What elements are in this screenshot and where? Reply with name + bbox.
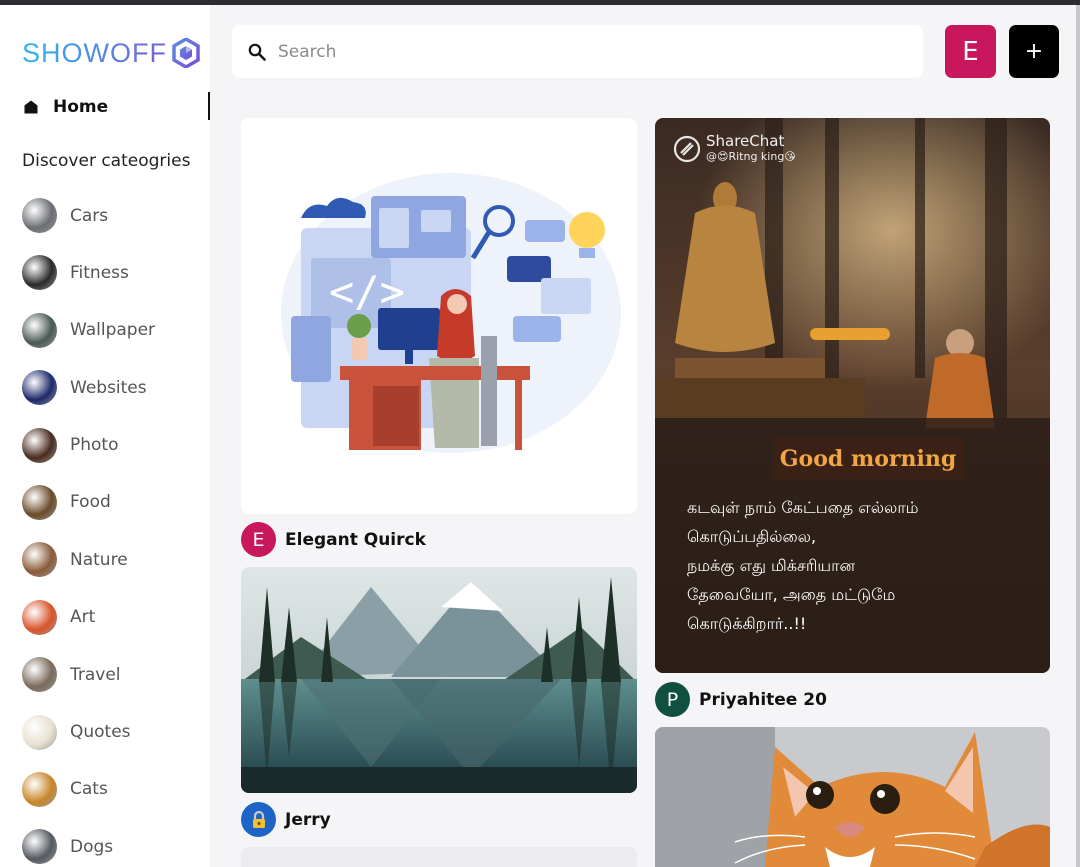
sidebar-item-food[interactable]: Food: [22, 484, 155, 520]
category-thumbnail: [22, 599, 57, 635]
create-pin-button[interactable]: +: [1009, 25, 1059, 78]
sharechat-watermark: ShareChat @😍Ritng king😘: [673, 134, 796, 164]
category-thumbnail: [22, 312, 57, 348]
sidebar-item-nature[interactable]: Nature: [22, 542, 155, 578]
logo[interactable]: SHOWOFF: [22, 35, 201, 71]
nav-home[interactable]: Home: [0, 90, 210, 124]
lake-landscape-icon: [241, 567, 637, 793]
category-label: Websites: [70, 377, 147, 398]
author-name: Priyahitee 20: [699, 689, 827, 710]
quote-line: தேவையோ, அதை மட்டுமே: [687, 585, 896, 604]
logo-mark-icon: [172, 38, 200, 68]
author-name: Jerry: [285, 809, 331, 830]
author-avatar: P: [655, 682, 690, 717]
search-input[interactable]: [278, 41, 878, 62]
sidebar-item-cats[interactable]: Cats: [22, 771, 155, 807]
watermark-brand: ShareChat: [706, 132, 785, 150]
watermark-handle: @😍Ritng king😘: [706, 150, 796, 163]
category-label: Dogs: [70, 836, 114, 857]
category-label: Quotes: [70, 722, 131, 743]
category-thumbnail: [22, 542, 57, 578]
category-label: Art: [70, 607, 96, 628]
category-thumbnail: [22, 255, 57, 291]
pin-author[interactable]: P Priyahitee 20: [655, 682, 827, 717]
tamil-quote: கடவுள் நாம் கேட்பதை எல்லாம் கொடுப்பதில்ல…: [687, 493, 919, 638]
home-icon: [24, 100, 38, 114]
category-thumbnail: [22, 370, 57, 406]
category-label: Food: [70, 492, 111, 513]
category-list: Cars Fitness Wallpaper Websites Photo Fo…: [22, 198, 155, 867]
category-thumbnail: [22, 198, 57, 233]
search-bar[interactable]: [232, 25, 923, 78]
category-label: Cars: [70, 205, 109, 226]
scrollbar-track[interactable]: [1076, 5, 1080, 867]
pin-image-cat[interactable]: [655, 727, 1050, 867]
author-avatar: E: [241, 522, 276, 557]
sharechat-logo-icon: [673, 135, 701, 163]
sidebar-item-art[interactable]: Art: [22, 599, 155, 635]
logo-text: SHOWOFF: [22, 37, 167, 68]
quote-line: கொடுக்கிறார்..!!: [687, 614, 807, 633]
category-label: Cats: [70, 779, 108, 800]
category-thumbnail: [22, 829, 57, 865]
greeting-banner: Good morning: [773, 438, 963, 480]
sidebar-item-quotes[interactable]: Quotes: [22, 714, 155, 750]
sidebar-item-dogs[interactable]: Dogs: [22, 829, 155, 865]
lock-icon: [252, 810, 265, 828]
search-icon: [248, 43, 266, 61]
sidebar-item-travel[interactable]: Travel: [22, 657, 155, 693]
sidebar: SHOWOFF Home Discover cateogries Cars Fi…: [0, 5, 210, 867]
sidebar-item-wallpaper[interactable]: Wallpaper: [22, 312, 156, 348]
category-label: Photo: [70, 435, 119, 456]
pin-image-coding-illustration[interactable]: </>: [241, 118, 637, 514]
sidebar-item-fitness[interactable]: Fitness: [22, 255, 155, 291]
pin-image-good-morning[interactable]: ShareChat @😍Ritng king😘 Good morning கடவ…: [655, 118, 1050, 673]
active-indicator: [208, 92, 210, 120]
category-thumbnail: [22, 714, 57, 750]
quote-line: கொடுப்பதில்லை,: [687, 527, 817, 546]
category-thumbnail: [22, 427, 57, 463]
quote-line: நமக்கு எது மிக்சரியான: [687, 556, 855, 575]
category-thumbnail: [22, 657, 57, 693]
quote-line: கடவுள் நாம் கேட்பதை எல்லாம்: [687, 498, 919, 517]
pin-author[interactable]: Jerry: [241, 802, 331, 837]
coding-illustration-icon: </>: [281, 173, 621, 453]
nav-home-label: Home: [53, 97, 109, 117]
category-thumbnail: [22, 484, 57, 520]
user-avatar-button[interactable]: E: [945, 25, 996, 78]
category-label: Nature: [70, 549, 128, 570]
pin-image-placeholder[interactable]: [241, 847, 637, 867]
category-label: Travel: [70, 664, 121, 685]
category-label: Wallpaper: [70, 320, 156, 341]
discover-heading: Discover cateogries: [22, 151, 191, 171]
author-name: Elegant Quirck: [285, 529, 426, 550]
author-avatar: [241, 802, 276, 837]
category-thumbnail: [22, 771, 57, 807]
cat-photo-icon: [655, 727, 1050, 867]
sidebar-item-photo[interactable]: Photo: [22, 427, 155, 463]
sidebar-item-cars[interactable]: Cars: [22, 198, 155, 233]
sidebar-item-websites[interactable]: Websites: [22, 370, 155, 406]
category-label: Fitness: [70, 262, 129, 283]
pin-author[interactable]: E Elegant Quirck: [241, 522, 426, 557]
pin-image-lake[interactable]: [241, 567, 637, 793]
